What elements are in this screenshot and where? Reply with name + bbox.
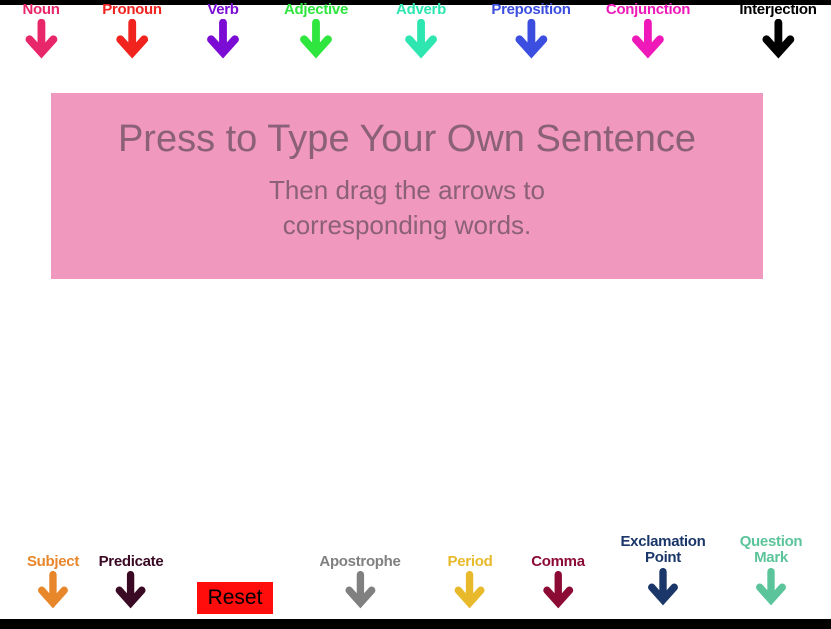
pos-tool-adverb[interactable]: Adverb — [396, 2, 446, 59]
pos-tool-conjunction[interactable]: Conjunction — [606, 2, 690, 59]
down-arrow-icon — [116, 19, 148, 59]
bottom-letterbox-bar — [0, 619, 831, 629]
punct-tool-label-period: Period — [447, 553, 493, 570]
punct-tool-period[interactable]: Period — [448, 554, 493, 609]
pos-tool-adjective[interactable]: Adjective — [284, 2, 348, 59]
down-arrow-icon — [632, 19, 664, 59]
sentence-input-panel[interactable]: Press to Type Your Own Sentence Then dra… — [51, 93, 763, 279]
sentence-input-prompt: Press to Type Your Own Sentence — [117, 118, 697, 160]
down-arrow-icon — [116, 571, 146, 609]
punct-tool-label-exclamation-point: Exclamation Point — [620, 533, 706, 566]
pos-tool-noun[interactable]: Noun — [22, 1, 60, 59]
reset-button[interactable]: Reset — [197, 582, 273, 614]
down-arrow-icon — [25, 19, 57, 59]
pos-tool-label-noun: Noun — [22, 1, 60, 18]
pos-tool-preposition[interactable]: Preposition — [491, 1, 571, 59]
punct-tool-question-mark[interactable]: Question Mark — [723, 534, 819, 606]
down-arrow-icon — [543, 571, 573, 609]
grammar-sentence-diagramming-app: Noun Pronoun Verb Adjective Adverb Prepositio… — [0, 0, 831, 629]
punct-tool-label-comma: Comma — [531, 553, 585, 570]
pos-tool-label-verb: Verb — [207, 1, 239, 18]
pos-tool-label-adverb: Adverb — [396, 1, 446, 18]
punct-tool-apostrophe[interactable]: Apostrophe — [319, 553, 401, 609]
pos-tool-interjection[interactable]: Interjection — [739, 1, 817, 59]
down-arrow-icon — [455, 571, 485, 609]
down-arrow-icon — [300, 19, 332, 59]
punct-tool-label-apostrophe: Apostrophe — [319, 553, 401, 570]
punct-tool-subject[interactable]: Subject — [27, 554, 79, 609]
sentence-input-instructions: Then drag the arrows to corresponding wo… — [269, 173, 545, 243]
instructions-line-2: corresponding words. — [282, 209, 532, 240]
pos-tool-label-preposition: Preposition — [491, 1, 571, 18]
down-arrow-icon — [762, 19, 794, 59]
down-arrow-icon — [515, 19, 547, 59]
pos-tool-label-conjunction: Conjunction — [605, 1, 691, 18]
pos-tool-label-interjection: Interjection — [739, 1, 817, 18]
down-arrow-icon — [345, 571, 375, 609]
pos-tool-label-pronoun: Pronoun — [102, 1, 162, 18]
instructions-line-1: Then drag the arrows to — [268, 174, 546, 205]
down-arrow-icon — [756, 567, 786, 605]
down-arrow-icon — [648, 567, 678, 605]
punct-tool-predicate[interactable]: Predicate — [99, 554, 164, 609]
down-arrow-icon — [405, 19, 437, 59]
punct-tool-exclamation-point[interactable]: Exclamation Point — [615, 534, 711, 606]
down-arrow-icon — [38, 571, 68, 609]
punct-tool-label-subject: Subject — [26, 553, 80, 570]
pos-tool-verb[interactable]: Verb — [206, 2, 240, 59]
punct-tool-label-question-mark: Question Mark — [739, 533, 803, 566]
punct-tool-label-predicate: Predicate — [98, 553, 164, 570]
punct-tool-comma[interactable]: Comma — [531, 554, 585, 609]
down-arrow-icon — [207, 19, 239, 59]
pos-tool-pronoun[interactable]: Pronoun — [102, 2, 162, 59]
pos-tool-label-adjective: Adjective — [284, 1, 348, 18]
